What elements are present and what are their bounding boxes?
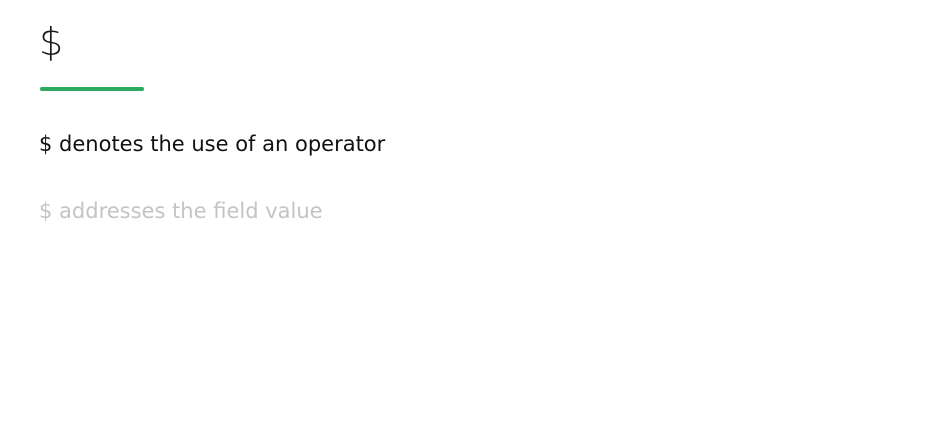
definition-active[interactable]: $ denotes the use of an operator xyxy=(39,130,385,158)
accent-underline xyxy=(40,87,144,91)
flashcard: $ $ denotes the use of an operator $ add… xyxy=(0,0,947,445)
definition-muted[interactable]: $ addresses the field value xyxy=(39,197,323,225)
term-heading: $ xyxy=(39,20,64,64)
